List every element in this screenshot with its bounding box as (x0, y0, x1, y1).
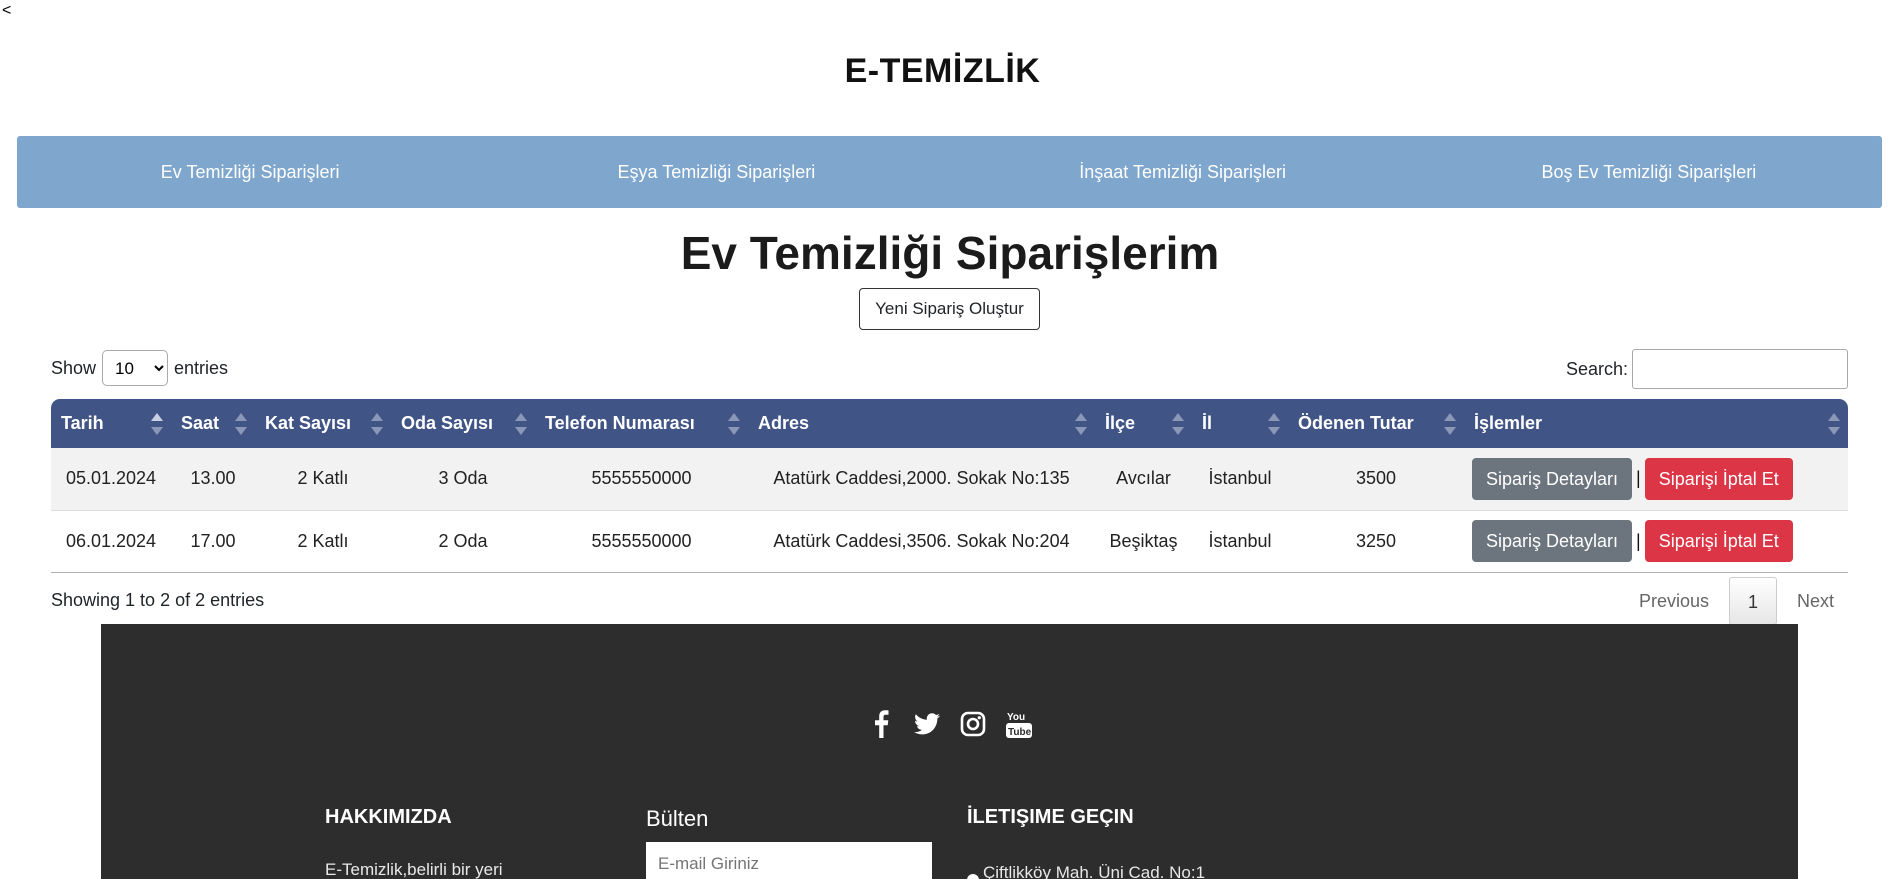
order-details-button[interactable]: Sipariş Detayları (1472, 457, 1633, 500)
cell-kat: 2 Katlı (255, 448, 391, 511)
nav-insaat-temizligi[interactable]: İnşaat Temizliği Siparişleri (950, 162, 1416, 183)
cell-saat: 13.00 (171, 448, 255, 511)
about-text: E-Temizlik,belirli bir yeri (325, 860, 503, 879)
sort-icon (371, 413, 383, 435)
contact-address-text: Çiftlikköy Mah. Üni Cad. No:1 (983, 863, 1206, 879)
cell-il: İstanbul (1192, 510, 1288, 573)
newsletter-title: Bülten (646, 806, 709, 831)
sort-icon (1828, 413, 1840, 435)
col-header-odenen-tutar[interactable]: Ödenen Tutar (1288, 399, 1464, 448)
cell-oda: 2 Oda (391, 510, 535, 573)
orders-table: Tarih Saat Kat Sayısı Oda Sayısı Telefon… (51, 399, 1848, 573)
search-label: Search: (1565, 358, 1628, 379)
sort-icon (1172, 413, 1184, 435)
sort-icon (235, 413, 247, 435)
sort-icon (1075, 413, 1087, 435)
col-header-telefon[interactable]: Telefon Numarası (535, 399, 748, 448)
entries-length-select[interactable]: 10 (102, 350, 169, 386)
col-header-islemler[interactable]: İşlemler (1464, 399, 1848, 448)
cell-saat: 17.00 (171, 510, 255, 573)
svg-text:You: You (1007, 712, 1025, 723)
cell-ilce: Avcılar (1095, 448, 1192, 511)
pagination: Previous 1 Next (1625, 577, 1848, 625)
svg-text:Tube: Tube (1008, 727, 1032, 738)
cell-telefon: 5555550000 (535, 448, 748, 511)
new-order-button[interactable]: Yeni Sipariş Oluştur (859, 288, 1040, 330)
entries-label: entries (174, 357, 229, 378)
cell-kat: 2 Katlı (255, 510, 391, 573)
nav-esya-temizligi[interactable]: Eşya Temizliği Siparişleri (483, 162, 949, 183)
next-page-button[interactable]: Next (1783, 577, 1848, 625)
table-row: 05.01.2024 13.00 2 Katlı 3 Oda 555555000… (51, 448, 1848, 511)
sort-asc-icon (151, 413, 163, 435)
instagram-icon[interactable] (959, 709, 987, 739)
sort-icon (515, 413, 527, 435)
cell-tutar: 3250 (1288, 510, 1464, 573)
sort-icon (728, 413, 740, 435)
col-header-adres[interactable]: Adres (748, 399, 1095, 448)
entries-length-control: Show 10 entries (51, 350, 228, 386)
cell-ilce: Beşiktaş (1095, 510, 1192, 573)
previous-page-button[interactable]: Previous (1625, 577, 1723, 625)
table-header-row: Tarih Saat Kat Sayısı Oda Sayısı Telefon… (51, 399, 1848, 448)
site-title: E-TEMİZLİK (844, 52, 1041, 90)
cell-oda: 3 Oda (391, 448, 535, 511)
col-header-il[interactable]: İl (1192, 399, 1288, 448)
table-search: Search: (1566, 349, 1848, 389)
facebook-icon[interactable] (867, 709, 895, 739)
col-header-tarih[interactable]: Tarih (51, 399, 171, 448)
action-separator: | (1636, 468, 1641, 489)
cell-actions: Sipariş Detayları | Siparişi İptal Et (1464, 448, 1848, 511)
contact-title: İLETIŞIME GEÇIN (967, 806, 1134, 828)
cancel-order-button[interactable]: Siparişi İptal Et (1644, 520, 1793, 562)
page-heading: Ev Temizliği Siparişlerim (680, 227, 1220, 279)
twitter-icon[interactable] (913, 709, 941, 739)
location-pin-icon (967, 874, 979, 879)
table-info: Showing 1 to 2 of 2 entries (51, 590, 265, 610)
col-header-saat[interactable]: Saat (171, 399, 255, 448)
cell-tarih: 06.01.2024 (51, 510, 171, 573)
contact-address: Çiftlikköy Mah. Üni Cad. No:1 (967, 860, 1205, 879)
nav-bos-ev-temizligi[interactable]: Boş Ev Temizliği Siparişleri (1416, 162, 1882, 183)
back-link[interactable]: < (2, 2, 11, 20)
show-label: Show (51, 357, 97, 378)
cell-adres: Atatürk Caddesi,2000. Sokak No:135 (748, 448, 1095, 511)
sort-icon (1268, 413, 1280, 435)
cell-actions: Sipariş Detayları | Siparişi İptal Et (1464, 510, 1848, 573)
nav-ev-temizligi[interactable]: Ev Temizliği Siparişleri (17, 162, 483, 183)
col-header-kat-sayisi[interactable]: Kat Sayısı (255, 399, 391, 448)
cancel-order-button[interactable]: Siparişi İptal Et (1644, 457, 1793, 500)
col-header-ilce[interactable]: İlçe (1095, 399, 1192, 448)
cell-tarih: 05.01.2024 (51, 448, 171, 511)
cell-tutar: 3500 (1288, 448, 1464, 511)
table-row: 06.01.2024 17.00 2 Katlı 2 Oda 555555000… (51, 510, 1848, 573)
social-links: You Tube (101, 709, 1798, 739)
about-title: HAKKIMIZDA (325, 806, 452, 828)
col-header-oda-sayisi[interactable]: Oda Sayısı (391, 399, 535, 448)
youtube-icon[interactable]: You Tube (1005, 709, 1033, 739)
order-details-button[interactable]: Sipariş Detayları (1472, 520, 1633, 562)
search-input[interactable] (1632, 349, 1848, 389)
action-separator: | (1636, 530, 1641, 551)
page-1-button[interactable]: 1 (1728, 577, 1777, 625)
category-navbar: Ev Temizliği Siparişleri Eşya Temizliği … (17, 136, 1882, 208)
cell-adres: Atatürk Caddesi,3506. Sokak No:204 (748, 510, 1095, 573)
site-footer: You Tube HAKKIMIZDA E-Temizlik,belirli bi… (101, 624, 1798, 879)
sort-icon (1444, 413, 1456, 435)
cell-telefon: 5555550000 (535, 510, 748, 573)
newsletter-email-input[interactable] (646, 842, 932, 879)
cell-il: İstanbul (1192, 448, 1288, 511)
